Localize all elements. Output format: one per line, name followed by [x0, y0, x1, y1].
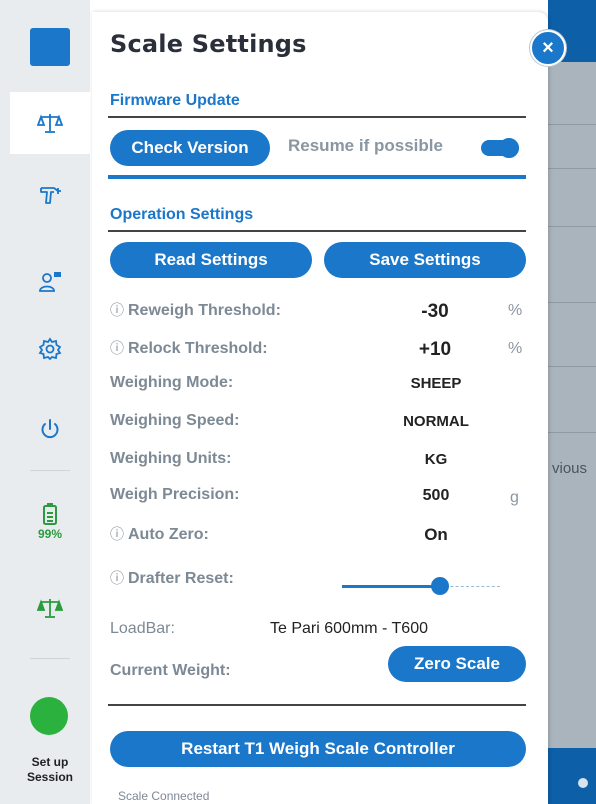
- info-icon[interactable]: ⓘ: [110, 570, 124, 586]
- weighing-units-label: Weighing Units:: [110, 450, 232, 467]
- scale-status-text: Scale Connected: [118, 789, 210, 803]
- resume-toggle[interactable]: [481, 138, 519, 158]
- session-label-line1: Set up: [31, 755, 69, 769]
- firmware-update-heading: Firmware Update: [110, 92, 240, 109]
- restart-controller-button[interactable]: Restart T1 Weigh Scale Controller: [110, 731, 526, 767]
- section-divider: [108, 116, 526, 118]
- toggle-knob: [499, 138, 519, 158]
- firmware-progress-bar: [108, 175, 526, 179]
- background-divider: [548, 124, 596, 125]
- reweigh-threshold-text: Reweigh Threshold:: [128, 302, 281, 319]
- current-weight-label: Current Weight:: [110, 662, 231, 679]
- weigh-precision-value[interactable]: 500: [406, 487, 466, 505]
- check-version-button[interactable]: Check Version: [110, 130, 270, 166]
- background-divider: [548, 366, 596, 367]
- weigh-precision-label: Weigh Precision:: [110, 486, 240, 503]
- info-icon[interactable]: ⓘ: [110, 526, 124, 542]
- weighing-speed-value[interactable]: NORMAL: [388, 413, 484, 430]
- relock-threshold-label[interactable]: ⓘ Relock Threshold:: [110, 338, 268, 358]
- drafter-reset-slider-track[interactable]: [439, 586, 500, 587]
- scale-connected-icon: [37, 599, 63, 618]
- close-button[interactable]: ×: [530, 30, 566, 66]
- power-icon: [41, 419, 59, 439]
- nav-scale-settings[interactable]: [10, 92, 90, 154]
- info-icon[interactable]: ⓘ: [110, 340, 124, 356]
- gear-icon: [38, 337, 62, 361]
- loadbar-label: LoadBar:: [110, 620, 175, 637]
- background-divider: [548, 226, 596, 227]
- resume-if-possible-label: Resume if possible: [288, 136, 443, 155]
- battery-percent: 99%: [37, 527, 63, 541]
- reweigh-threshold-label[interactable]: ⓘ Reweigh Threshold:: [110, 300, 281, 320]
- nav-power[interactable]: [10, 404, 90, 454]
- user-tag-icon: [39, 272, 61, 292]
- section-divider: [108, 704, 526, 706]
- background-footer: [548, 748, 596, 804]
- page-indicator-dot: [578, 778, 588, 788]
- background-previous-text: vious: [552, 460, 588, 477]
- scale-icon: [37, 114, 63, 133]
- panel-title: Scale Settings: [110, 30, 307, 58]
- info-icon[interactable]: ⓘ: [110, 302, 124, 318]
- weighing-units-value[interactable]: KG: [388, 451, 484, 468]
- nav-settings[interactable]: [10, 324, 90, 374]
- battery-icon: [43, 503, 57, 525]
- spray-gun-icon: [40, 187, 61, 204]
- drafter-reset-slider-fill[interactable]: [342, 585, 440, 588]
- session-label-line2: Session: [26, 770, 74, 784]
- weighing-mode-label: Weighing Mode:: [110, 374, 234, 391]
- background-divider: [548, 432, 596, 433]
- relock-threshold-unit: %: [508, 340, 523, 357]
- loadbar-value[interactable]: Te Pari 600mm - T600: [270, 620, 428, 638]
- reweigh-threshold-value[interactable]: -30: [410, 301, 460, 323]
- weighing-speed-label: Weighing Speed:: [110, 412, 240, 429]
- zero-scale-button[interactable]: Zero Scale: [388, 646, 526, 682]
- weighing-mode-value[interactable]: SHEEP: [388, 375, 484, 392]
- session-status-indicator[interactable]: [30, 697, 68, 735]
- setup-session-button[interactable]: Set up Session: [10, 755, 90, 785]
- app-logo-icon[interactable]: [30, 28, 70, 66]
- auto-zero-value[interactable]: On: [408, 525, 464, 545]
- background-divider: [548, 168, 596, 169]
- section-divider: [108, 230, 526, 232]
- read-settings-button[interactable]: Read Settings: [110, 242, 312, 278]
- drafter-reset-text: Drafter Reset:: [128, 570, 234, 587]
- reweigh-threshold-unit: %: [508, 302, 523, 319]
- drafter-reset-slider-thumb[interactable]: [430, 577, 449, 595]
- drafter-reset-label[interactable]: ⓘ Drafter Reset:: [110, 568, 234, 588]
- operation-settings-heading: Operation Settings: [110, 206, 254, 223]
- relock-threshold-value[interactable]: +10: [410, 339, 460, 361]
- auto-zero-label[interactable]: ⓘ Auto Zero:: [110, 524, 209, 544]
- relock-threshold-text: Relock Threshold:: [128, 340, 268, 357]
- background-app: vious: [548, 0, 596, 804]
- background-divider: [548, 302, 596, 303]
- nav-drench-gun[interactable]: [10, 170, 90, 220]
- rail-divider: [30, 658, 70, 659]
- auto-zero-text: Auto Zero:: [128, 526, 209, 543]
- save-settings-button[interactable]: Save Settings: [324, 242, 526, 278]
- weigh-precision-unit: g: [510, 489, 519, 506]
- rail-divider: [30, 470, 70, 471]
- scale-settings-panel: Scale Settings × Firmware Update Check V…: [92, 12, 566, 804]
- battery-status: 99%: [10, 492, 90, 552]
- side-nav-rail: 99% Set up Session: [0, 0, 90, 804]
- nav-scale-status[interactable]: [10, 586, 90, 630]
- nav-animal-id[interactable]: [10, 256, 90, 306]
